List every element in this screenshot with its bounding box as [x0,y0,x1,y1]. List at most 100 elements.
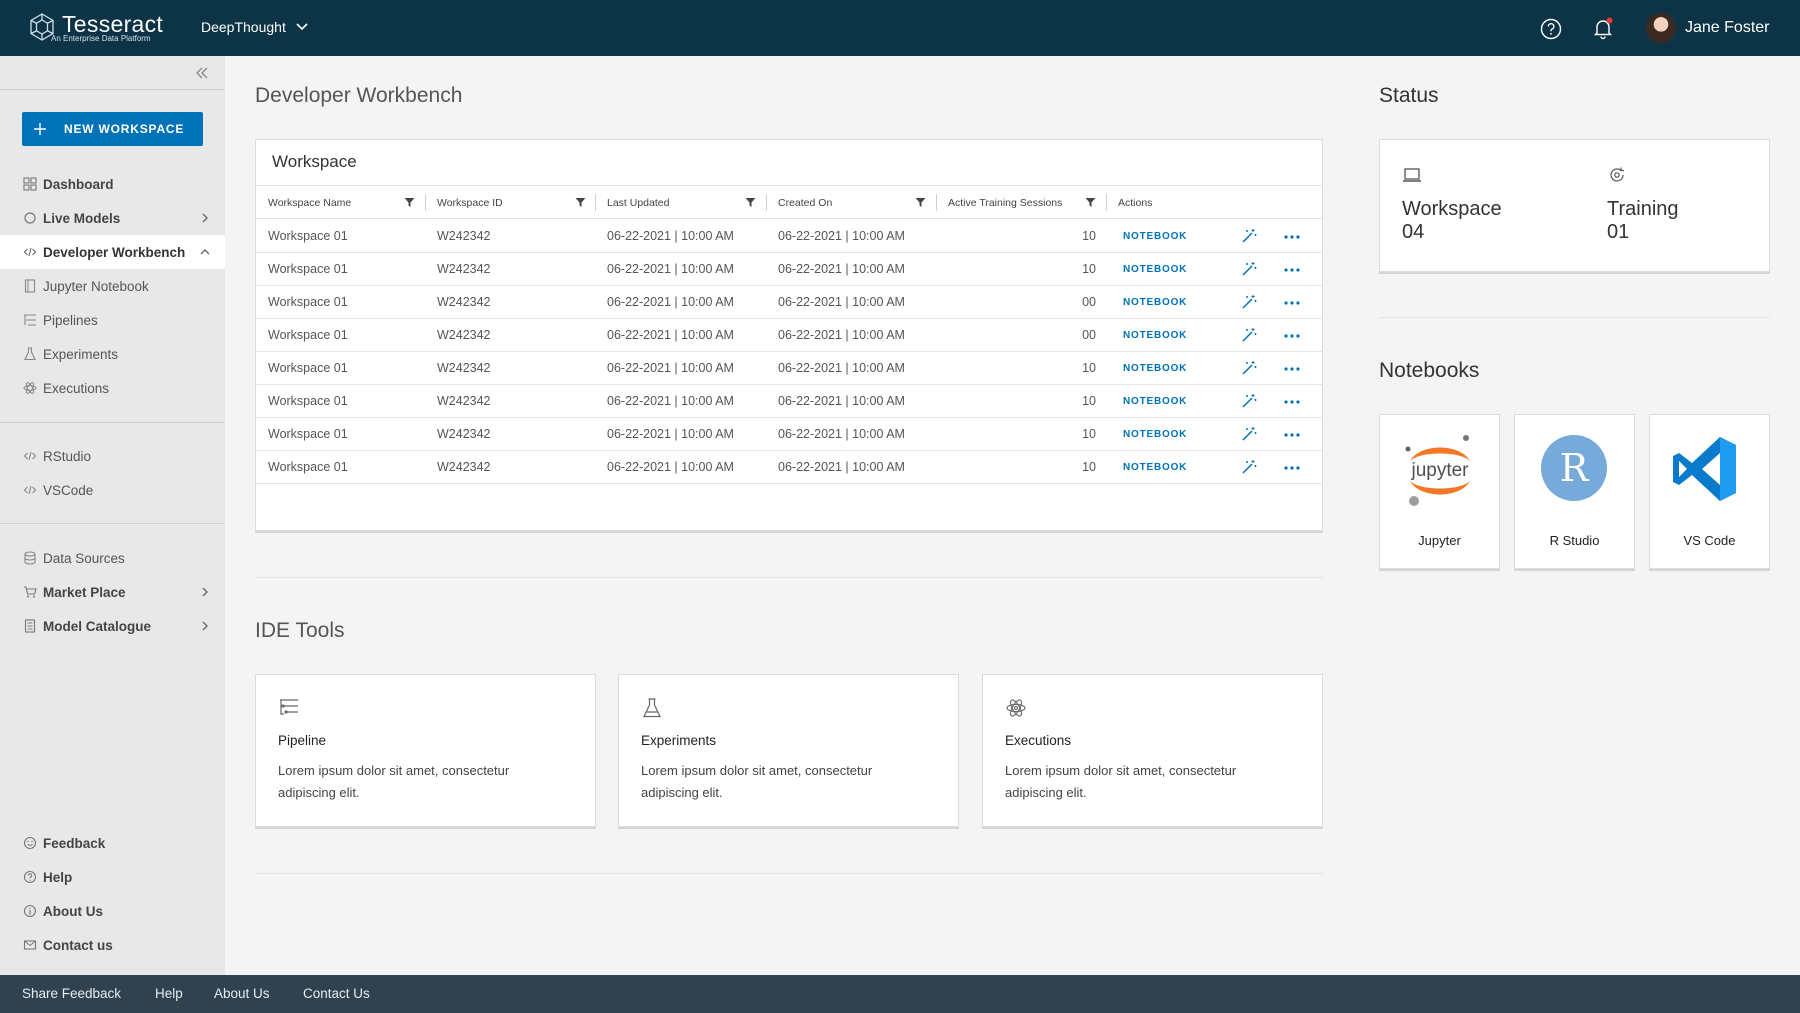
notebook-link[interactable]: NOTEBOOK [1123,297,1187,308]
magic-wand-icon[interactable] [1241,261,1257,277]
grid-icon [23,177,37,191]
page-title: Developer Workbench [255,84,463,107]
new-workspace-button[interactable]: NEW WORKSPACE [22,112,203,146]
table-row[interactable]: Workspace 01 W242342 06-22-2021 | 10:00 AM… [256,451,1322,484]
column-divider [936,194,937,211]
column-header-workspace-id[interactable]: Workspace ID [437,186,503,219]
ide-tools-title: IDE Tools [255,619,345,642]
sidebar-item-dashboard[interactable]: Dashboard [0,167,225,201]
circle-icon [24,212,36,224]
column-header-workspace-name[interactable]: Workspace Name [268,186,351,219]
help-circle-icon[interactable] [1538,16,1564,42]
more-options-icon[interactable] [1283,367,1301,371]
training-icon [1610,167,1624,182]
table-row[interactable]: Workspace 01 W242342 06-22-2021 | 10:00 AM… [256,418,1322,451]
sidebar-item-developer-workbench[interactable]: Developer Workbench [0,235,225,269]
table-row[interactable]: Workspace 01 W242342 06-22-2021 | 10:00 AM… [256,220,1322,253]
cell-workspace-name: Workspace 01 [268,295,348,309]
table-row[interactable]: Workspace 01 W242342 06-22-2021 | 10:00 AM… [256,319,1322,352]
magic-wand-icon[interactable] [1241,426,1257,442]
filter-icon[interactable] [575,197,586,208]
sidebar-item-jupyter-notebook[interactable]: Jupyter Notebook [0,269,225,303]
cell-workspace-name: Workspace 01 [268,460,348,474]
sidebar-item-label: Help [43,869,73,885]
cell-active-training-sessions: 10 [1082,229,1096,243]
notebook-card-jupyter[interactable]: jupyter Jupyter [1379,414,1500,569]
column-header-created-on[interactable]: Created On [778,186,832,219]
table-row[interactable]: Workspace 01 W242342 06-22-2021 | 10:00 AM… [256,286,1322,319]
table-row[interactable]: Workspace 01 W242342 06-22-2021 | 10:00 AM… [256,253,1322,286]
footer-link-help[interactable]: Help [155,986,183,1001]
more-options-icon[interactable] [1283,466,1301,470]
table-row[interactable]: Workspace 01 W242342 06-22-2021 | 10:00 AM… [256,385,1322,418]
cell-active-training-sessions: 00 [1082,295,1096,309]
notebook-link[interactable]: NOTEBOOK [1123,429,1187,440]
sidebar-item-data-sources[interactable]: Data Sources [0,541,225,575]
more-options-icon[interactable] [1283,400,1301,404]
cell-workspace-id: W242342 [437,328,491,342]
cell-workspace-name: Workspace 01 [268,361,348,375]
magic-wand-icon[interactable] [1241,327,1257,343]
column-header-last-updated[interactable]: Last Updated [607,186,669,219]
cell-workspace-name: Workspace 01 [268,229,348,243]
magic-wand-icon[interactable] [1241,360,1257,376]
status-training[interactable]: Training 01 [1585,140,1780,270]
footer-link-share-feedback[interactable]: Share Feedback [22,986,121,1001]
status-value: 04 [1402,221,1425,243]
sidebar-item-pipelines[interactable]: Pipelines [0,303,225,337]
notebook-link[interactable]: NOTEBOOK [1123,231,1187,242]
magic-wand-icon[interactable] [1241,393,1257,409]
notebook-label: Jupyter [1418,533,1461,548]
notebook-card-rstudio[interactable]: R R Studio [1514,414,1635,569]
sidebar-item-live-models[interactable]: Live Models [0,201,225,235]
tenant-selector[interactable]: DeepThought [201,18,308,36]
notebook-card-vscode[interactable]: VS Code [1649,414,1770,569]
more-options-icon[interactable] [1283,433,1301,437]
more-options-icon[interactable] [1283,301,1301,305]
sidebar-item-rstudio[interactable]: RStudio [0,439,225,473]
notebook-link[interactable]: NOTEBOOK [1123,264,1187,275]
more-options-icon[interactable] [1283,268,1301,272]
notebook-link[interactable]: NOTEBOOK [1123,330,1187,341]
notebook-link[interactable]: NOTEBOOK [1123,462,1187,473]
cell-last-updated: 06-22-2021 | 10:00 AM [607,394,734,408]
status-workspace[interactable]: Workspace 04 [1380,140,1575,270]
magic-wand-icon[interactable] [1241,459,1257,475]
collapse-sidebar-icon[interactable] [194,65,210,81]
tool-card-pipeline[interactable]: Pipeline Lorem ipsum dolor sit amet, con… [255,674,596,827]
filter-icon[interactable] [1085,197,1096,208]
magic-wand-icon[interactable] [1241,228,1257,244]
status-label: Workspace [1402,198,1502,220]
user-name[interactable]: Jane Foster [1685,18,1769,38]
notebook-link[interactable]: NOTEBOOK [1123,396,1187,407]
more-options-icon[interactable] [1283,334,1301,338]
atom-icon [23,382,37,394]
sidebar-item-vscode[interactable]: VSCode [0,473,225,507]
sidebar: NEW WORKSPACE Dashboard Live Models Deve… [0,56,225,975]
footer-link-contact-us[interactable]: Contact Us [303,986,370,1001]
sidebar-item-feedback[interactable]: Feedback [0,826,225,860]
sidebar-item-help[interactable]: Help [0,860,225,894]
more-options-icon[interactable] [1283,235,1301,239]
filter-icon[interactable] [745,197,756,208]
table-row[interactable]: Workspace 01 W242342 06-22-2021 | 10:00 AM… [256,352,1322,385]
sidebar-item-experiments[interactable]: Experiments [0,337,225,371]
cell-last-updated: 06-22-2021 | 10:00 AM [607,229,734,243]
column-header-active-training-sessions[interactable]: Active Training Sessions [948,186,1062,219]
sidebar-item-market-place[interactable]: Market Place [0,575,225,609]
filter-icon[interactable] [915,197,926,208]
notebook-link[interactable]: NOTEBOOK [1123,363,1187,374]
sidebar-item-about-us[interactable]: About Us [0,894,225,928]
footer-link-about-us[interactable]: About Us [214,986,270,1001]
filter-icon[interactable] [404,197,415,208]
tool-card-experiments[interactable]: Experiments Lorem ipsum dolor sit amet, … [618,674,959,827]
magic-wand-icon[interactable] [1241,294,1257,310]
sidebar-item-contact-us[interactable]: Contact us [0,928,225,962]
tool-card-executions[interactable]: Executions Lorem ipsum dolor sit amet, c… [982,674,1323,827]
bell-icon[interactable] [1590,15,1616,41]
sidebar-item-model-catalogue[interactable]: Model Catalogue [0,609,225,643]
avatar[interactable] [1646,13,1676,43]
sidebar-item-executions[interactable]: Executions [0,371,225,405]
tool-description: Lorem ipsum dolor sit amet, consectetur … [641,763,873,800]
rstudio-logo: R [1541,435,1607,501]
